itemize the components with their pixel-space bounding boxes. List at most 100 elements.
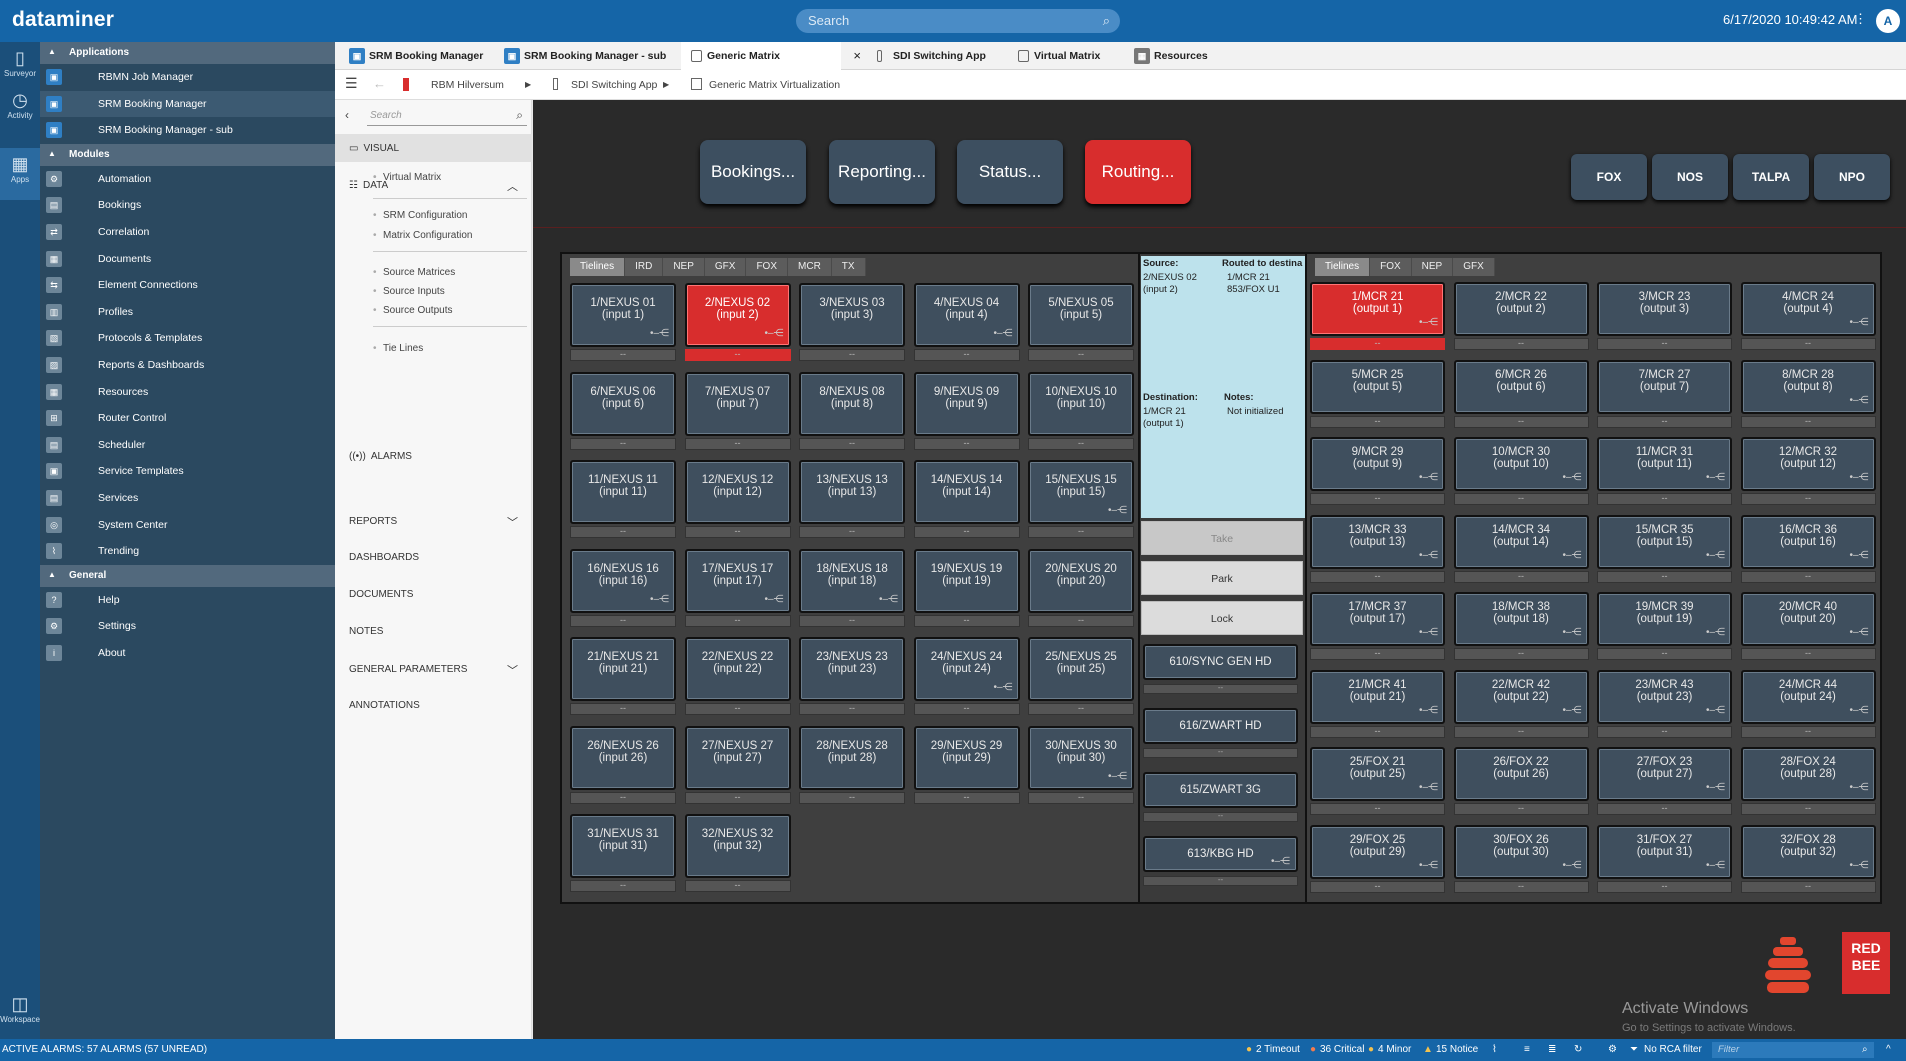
rail-activity[interactable]: ◷ Activity — [0, 84, 40, 136]
breadcrumb-rbm-hilversum[interactable]: RBM Hilversum — [431, 79, 504, 91]
output-tile-9[interactable]: 9/MCR 29 (output 9) •–⋲ — [1310, 437, 1445, 491]
tab-resources[interactable]: ▦ Resources — [1128, 42, 1228, 70]
tieline-613-kbg-hd[interactable]: 613/KBG HD •–⋲ — [1143, 836, 1298, 872]
tieline-616-zwart-hd[interactable]: 616/ZWART HD — [1143, 708, 1298, 744]
chevron-up-icon[interactable]: ^ — [1886, 1044, 1891, 1055]
rca-filter[interactable]: No RCA filter — [1644, 1044, 1702, 1055]
breadcrumb-generic-matrix-virtualization[interactable]: Generic Matrix Virtualization — [709, 79, 840, 91]
sidenav-item-protocols-templates[interactable]: ▧ Protocols & Templates — [40, 325, 335, 352]
input-tile-21[interactable]: 21/NEXUS 21 (input 21) — [570, 637, 676, 701]
take-button[interactable]: Take — [1141, 521, 1303, 555]
input-tile-28[interactable]: 28/NEXUS 28 (input 28) — [799, 725, 905, 790]
rail-workspace[interactable]: ◫ Workspace — [0, 988, 40, 1040]
input-tile-8[interactable]: 8/NEXUS 08 (input 8) — [799, 371, 905, 436]
output-tile-10[interactable]: 10/MCR 30 (output 10) •–⋲ — [1453, 437, 1589, 491]
input-tile-16[interactable]: 16/NEXUS 16 (input 16) •–⋲ — [570, 548, 676, 613]
input-tile-30[interactable]: 30/NEXUS 30 (input 30) •–⋲ — [1028, 725, 1134, 790]
input-tile-14[interactable]: 14/NEXUS 14 (input 14) — [913, 460, 1020, 524]
sidenav-item-about[interactable]: i About — [40, 640, 335, 667]
output-tile-20[interactable]: 20/MCR 40 (output 20) •–⋲ — [1740, 592, 1876, 646]
minor-count[interactable]: 4 Minor — [1378, 1044, 1411, 1055]
output-tile-26[interactable]: 26/FOX 22 (output 26) — [1453, 747, 1589, 801]
input-tile-26[interactable]: 26/NEXUS 26 (input 26) — [570, 725, 676, 790]
more-menu-icon[interactable]: ⋮ — [1854, 11, 1867, 27]
panel-tab-mcr[interactable]: MCR — [788, 258, 832, 276]
data-item-source-inputs[interactable]: Source Inputs — [373, 286, 445, 297]
output-tile-32[interactable]: 32/FOX 28 (output 32) •–⋲ — [1740, 824, 1876, 879]
active-alarms[interactable]: ACTIVE ALARMS: 57 ALARMS (57 UNREAD) — [2, 1044, 207, 1055]
tab-generic-matrix-virtualization[interactable]: Generic Matrix Virtualization × — [681, 42, 861, 90]
tab-sdi-switching-app[interactable]: SDI Switching App — [867, 42, 1007, 70]
panel-tab-gfx[interactable]: GFX — [1453, 258, 1495, 276]
panel-tab-fox[interactable]: FOX — [1370, 258, 1412, 276]
chevron-down-icon[interactable]: ﹀ — [507, 514, 518, 530]
global-search-input[interactable]: Search ⌕ — [796, 9, 1120, 33]
output-tile-23[interactable]: 23/MCR 43 (output 23) •–⋲ — [1597, 669, 1732, 724]
sidenav-item-profiles[interactable]: ▥ Profiles — [40, 299, 335, 326]
input-tile-31[interactable]: 31/NEXUS 31 (input 31) — [570, 814, 676, 878]
sidenav-item-correlation[interactable]: ⇄ Correlation — [40, 219, 335, 246]
chevron-down-icon[interactable]: ﹀ — [507, 662, 518, 678]
chevron-up-icon[interactable]: ︿ — [507, 178, 518, 194]
tab-srm-booking-manager[interactable]: ▣ SRM Booking Manager — [343, 42, 498, 70]
section-applications[interactable]: ▲ Applications — [40, 42, 335, 64]
output-tile-19[interactable]: 19/MCR 39 (output 19) •–⋲ — [1597, 592, 1732, 646]
panel-tab-gfx[interactable]: GFX — [704, 258, 747, 276]
view-alarms[interactable]: ((•)) ALARMS — [335, 442, 532, 470]
output-tile-7[interactable]: 7/MCR 27 (output 7) — [1597, 359, 1732, 414]
input-tile-3[interactable]: 3/NEXUS 03 (input 3) — [799, 283, 905, 347]
data-item-source-matrices[interactable]: Source Matrices — [373, 267, 455, 278]
avatar[interactable]: A — [1876, 9, 1900, 33]
input-tile-17[interactable]: 17/NEXUS 17 (input 17) •–⋲ — [684, 548, 791, 613]
alarm-filter-input[interactable]: Filter — [1712, 1042, 1874, 1058]
output-tile-29[interactable]: 29/FOX 25 (output 29) •–⋲ — [1310, 824, 1445, 879]
panel-tab-nep[interactable]: NEP — [1411, 258, 1454, 276]
tab-srm-booking-manager-sub[interactable]: ▣ SRM Booking Manager - sub — [498, 42, 681, 70]
input-tile-13[interactable]: 13/NEXUS 13 (input 13) — [799, 460, 905, 524]
output-tile-4[interactable]: 4/MCR 24 (output 4) •–⋲ — [1740, 282, 1876, 336]
sidenav-item-router-control[interactable]: ⊞ Router Control — [40, 405, 335, 432]
input-tile-19[interactable]: 19/NEXUS 19 (input 19) — [913, 548, 1020, 613]
sidenav-item-documents[interactable]: ▦ Documents — [40, 246, 335, 273]
chart-icon[interactable]: ⌇ — [1492, 1044, 1497, 1055]
output-tile-30[interactable]: 30/FOX 26 (output 30) •–⋲ — [1453, 824, 1589, 879]
close-icon[interactable]: × — [853, 42, 861, 70]
input-tile-2[interactable]: 2/NEXUS 02 (input 2) •–⋲ — [684, 283, 791, 347]
input-tile-1[interactable]: 1/NEXUS 01 (input 1) •–⋲ — [570, 283, 676, 347]
input-tile-6[interactable]: 6/NEXUS 06 (input 6) — [570, 371, 676, 436]
view-dashboards[interactable]: DASHBOARDS — [335, 543, 532, 571]
output-tile-8[interactable]: 8/MCR 28 (output 8) •–⋲ — [1740, 359, 1876, 414]
chevron-left-icon[interactable]: ‹ — [345, 108, 349, 122]
routing-button[interactable]: Routing... — [1085, 140, 1191, 204]
breadcrumb-sdi-switching-app[interactable]: SDI Switching App — [571, 79, 657, 91]
input-tile-5[interactable]: 5/NEXUS 05 (input 5) — [1028, 283, 1134, 347]
output-tile-24[interactable]: 24/MCR 44 (output 24) •–⋲ — [1740, 669, 1876, 724]
tieline-615-zwart-3g[interactable]: 615/ZWART 3G — [1143, 772, 1298, 808]
refresh-icon[interactable]: ↻ — [1574, 1044, 1582, 1055]
fox-button[interactable]: FOX — [1571, 154, 1647, 200]
output-tile-11[interactable]: 11/MCR 31 (output 11) •–⋲ — [1597, 437, 1732, 491]
input-tile-24[interactable]: 24/NEXUS 24 (input 24) •–⋲ — [913, 637, 1020, 701]
input-tile-18[interactable]: 18/NEXUS 18 (input 18) •–⋲ — [799, 548, 905, 613]
npo-button[interactable]: NPO — [1814, 154, 1890, 200]
section-modules[interactable]: ▲ Modules — [40, 143, 335, 166]
sidenav-item-srm-booking-manager[interactable]: ▣ SRM Booking Manager — [40, 90, 335, 118]
sidenav-item-scheduler[interactable]: ▤ Scheduler — [40, 432, 335, 459]
tieline-610-sync-gen-hd[interactable]: 610/SYNC GEN HD — [1143, 644, 1298, 680]
output-tile-6[interactable]: 6/MCR 26 (output 6) — [1453, 359, 1589, 414]
view-documents[interactable]: DOCUMENTS — [335, 580, 532, 608]
output-tile-17[interactable]: 17/MCR 37 (output 17) •–⋲ — [1310, 592, 1445, 646]
output-tile-13[interactable]: 13/MCR 33 (output 13) •–⋲ — [1310, 514, 1445, 569]
input-tile-22[interactable]: 22/NEXUS 22 (input 22) — [684, 637, 791, 701]
panel-tab-fox[interactable]: FOX — [746, 258, 789, 276]
reporting-button[interactable]: Reporting... — [829, 140, 935, 204]
search-icon[interactable]: ⌕ — [1103, 13, 1110, 29]
list-icon[interactable]: ≡ — [1524, 1044, 1530, 1055]
sidenav-item-rbmn-job-manager[interactable]: ▣ RBMN Job Manager — [40, 64, 335, 91]
sidenav-item-resources[interactable]: ▦ Resources — [40, 379, 335, 406]
sidenav-item-settings[interactable]: ⚙ Settings — [40, 613, 335, 640]
data-item-tie-lines[interactable]: Tie Lines — [373, 343, 423, 354]
panel-tab-tielines[interactable]: Tielines — [570, 258, 626, 276]
input-tile-25[interactable]: 25/NEXUS 25 (input 25) — [1028, 637, 1134, 701]
view-notes[interactable]: NOTES — [335, 617, 532, 645]
